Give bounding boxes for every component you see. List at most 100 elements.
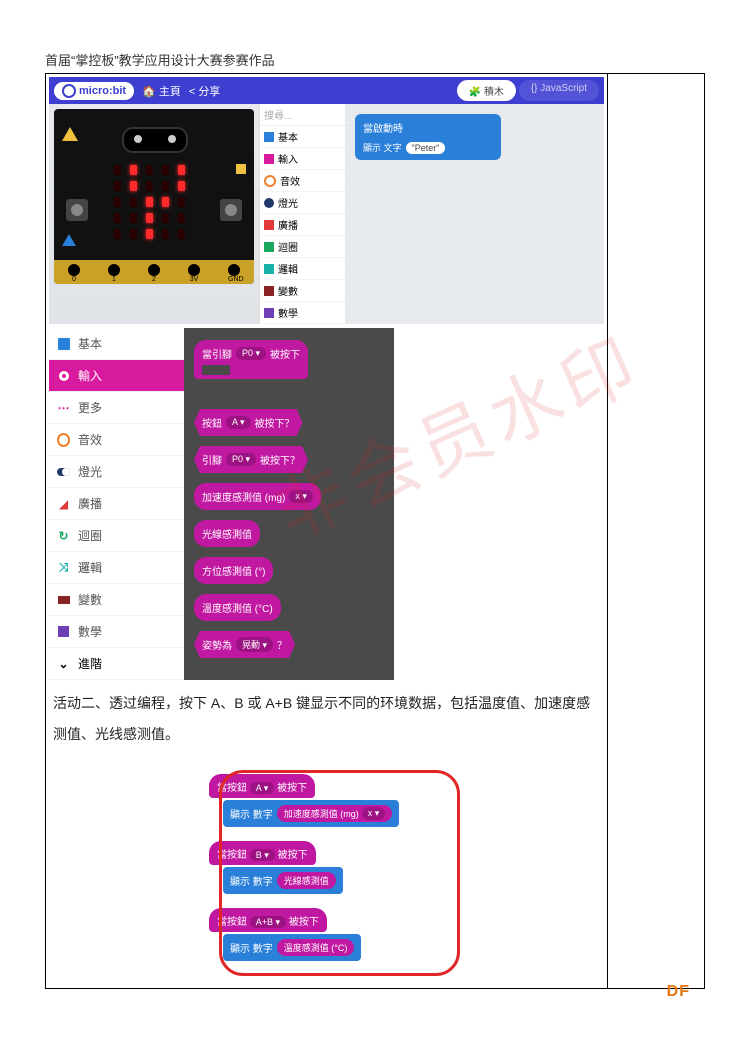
pin-label: GND — [228, 276, 240, 283]
label: 姿勢為 — [202, 637, 232, 652]
led-24 — [178, 229, 185, 239]
btn-dropdown[interactable]: B ▾ — [250, 849, 275, 861]
category-輸入[interactable]: 輸入 — [49, 360, 184, 392]
category-list-compact: 搜尋... 基本輸入音效燈光廣播迴圈邏輯變數數學 — [259, 104, 345, 324]
block-on-button-a[interactable]: 當按鈕 A ▾ 被按下 — [209, 774, 315, 798]
block-show-number-b[interactable]: 顯示 數字 光線感測值 — [223, 867, 343, 894]
category-label: 數學 — [278, 305, 298, 320]
category-邏輯[interactable]: ⤨邏輯 — [49, 552, 184, 584]
face-icon — [122, 127, 188, 153]
category-變數[interactable]: 變數 — [49, 584, 184, 616]
label: 被按下 — [278, 850, 308, 861]
pin-dropdown[interactable]: P0 ▾ — [226, 453, 256, 466]
tab-javascript[interactable]: {} JavaScript — [519, 80, 599, 101]
value-temperature[interactable]: 溫度感測值 (°C) — [277, 939, 355, 956]
led-17 — [146, 213, 153, 223]
category-變數[interactable]: 變數 — [260, 280, 345, 302]
led-18 — [162, 213, 169, 223]
category-icon — [264, 264, 274, 274]
label: 按鈕 — [202, 415, 222, 430]
category-音效[interactable]: 音效 — [260, 170, 345, 192]
label: 當按鈕 — [217, 917, 247, 928]
sim-button-b[interactable] — [220, 199, 242, 221]
category-label: 燈光 — [78, 463, 102, 480]
category-label: 迴圈 — [278, 239, 298, 254]
show-value[interactable]: "Peter" — [406, 142, 446, 154]
block-gesture-bool[interactable]: 姿勢為 晃動 ▾ ？ — [194, 631, 295, 658]
category-icon — [264, 198, 274, 208]
brand-text: micro:bit — [79, 85, 126, 97]
category-迴圈[interactable]: ↻迴圈 — [49, 520, 184, 552]
category-燈光[interactable]: 燈光 — [49, 456, 184, 488]
decor-icon — [236, 164, 246, 174]
block-compass[interactable]: 方位感測值 (°) — [194, 557, 273, 584]
category-label: 基本 — [278, 129, 298, 144]
workspace[interactable]: 當啟動時 顯示 文字 "Peter" — [345, 104, 604, 324]
category-廣播[interactable]: ◢廣播 — [49, 488, 184, 520]
category-label: 變數 — [278, 283, 298, 298]
block-acceleration[interactable]: 加速度感測值 (mg) x ▾ — [194, 483, 321, 510]
block-show-number-a[interactable]: 顯示 數字 加速度感測值 (mg) x ▾ — [223, 800, 399, 827]
category-基本[interactable]: 基本 — [49, 328, 184, 360]
axis-dropdown[interactable]: x ▾ — [289, 490, 313, 503]
label: 當按鈕 — [217, 850, 247, 861]
block-on-button-ab[interactable]: 當按鈕 A+B ▾ 被按下 — [209, 908, 327, 932]
category-label: 音效 — [78, 431, 102, 448]
category-基本[interactable]: 基本 — [260, 126, 345, 148]
sim-button-a[interactable] — [66, 199, 88, 221]
show-string-block[interactable]: 顯示 文字 "Peter" — [363, 141, 493, 154]
category-迴圈[interactable]: 迴圈 — [260, 236, 345, 258]
footer-brand: DF — [667, 983, 690, 1001]
block-temperature[interactable]: 溫度感測值 (°C) — [194, 594, 281, 621]
label: 被按下？ — [260, 452, 300, 467]
category-label: 迴圈 — [78, 527, 102, 544]
block-light-level[interactable]: 光線感測值 — [194, 520, 260, 547]
value-acceleration[interactable]: 加速度感測值 (mg) x ▾ — [277, 805, 393, 822]
category-icon — [264, 175, 276, 187]
input-flyout: 當引腳 P0 ▾ 被按下 按鈕 A ▾ 被按下？ 引腳 P0 ▾ 被按下？ — [184, 328, 394, 680]
category-更多[interactable]: ⋯更多 — [49, 392, 184, 424]
category-輸入[interactable]: 輸入 — [260, 148, 345, 170]
btn-dropdown[interactable]: A+B ▾ — [250, 916, 286, 928]
tab-blocks[interactable]: 🧩 積木 — [457, 80, 516, 101]
editor-screenshot: micro:bit 🏠 主頁 < 分享 🧩 積木 {} JavaScript — [49, 77, 604, 324]
category-icon — [57, 465, 70, 478]
category-廣播[interactable]: 廣播 — [260, 214, 345, 236]
led-22 — [146, 229, 153, 239]
category-邏輯[interactable]: 邏輯 — [260, 258, 345, 280]
block-button-pressed-bool[interactable]: 按鈕 A ▾ 被按下？ — [194, 409, 303, 436]
led-4 — [178, 165, 185, 175]
block-on-pin-pressed[interactable]: 當引腳 P0 ▾ 被按下 — [194, 340, 308, 379]
pin-hole-1 — [108, 264, 120, 276]
category-label: 輸入 — [78, 367, 102, 384]
category-數學[interactable]: 數學 — [49, 616, 184, 648]
pin-dropdown[interactable]: P0 ▾ — [236, 347, 266, 360]
led-12 — [146, 197, 153, 207]
btn-dropdown[interactable]: A ▾ — [226, 416, 251, 429]
label: 被按下 — [277, 783, 307, 794]
category-icon — [264, 308, 274, 318]
block-on-button-b[interactable]: 當按鈕 B ▾ 被按下 — [209, 841, 316, 865]
gesture-dropdown[interactable]: 晃動 ▾ — [236, 637, 273, 652]
btn-dropdown[interactable]: A ▾ — [250, 782, 275, 794]
nav-share[interactable]: < 分享 — [189, 83, 220, 99]
led-13 — [162, 197, 169, 207]
on-start-block[interactable]: 當啟動時 顯示 文字 "Peter" — [355, 114, 501, 160]
led-6 — [130, 181, 137, 191]
category-數學[interactable]: 數學 — [260, 302, 345, 324]
block-pin-pressed-bool[interactable]: 引腳 P0 ▾ 被按下？ — [194, 446, 308, 473]
value-light[interactable]: 光線感測值 — [277, 872, 336, 889]
led-8 — [162, 181, 169, 191]
pin-hole-GND — [228, 264, 240, 276]
block-show-number-ab[interactable]: 顯示 數字 溫度感測值 (°C) — [223, 934, 361, 961]
led-grid — [114, 165, 188, 239]
nav-home[interactable]: 🏠 主頁 — [142, 83, 181, 99]
led-2 — [146, 165, 153, 175]
search-input[interactable]: 搜尋... — [260, 104, 345, 126]
axis-dropdown[interactable]: x ▾ — [362, 807, 386, 820]
category-進階[interactable]: ⌄進階 — [49, 648, 184, 680]
activity2-description: 活动二、透过编程，按下 A、B 或 A+B 键显示不同的环境数据，包括温度值、加… — [49, 680, 604, 754]
category-燈光[interactable]: 燈光 — [260, 192, 345, 214]
category-音效[interactable]: 音效 — [49, 424, 184, 456]
led-0 — [114, 165, 121, 175]
